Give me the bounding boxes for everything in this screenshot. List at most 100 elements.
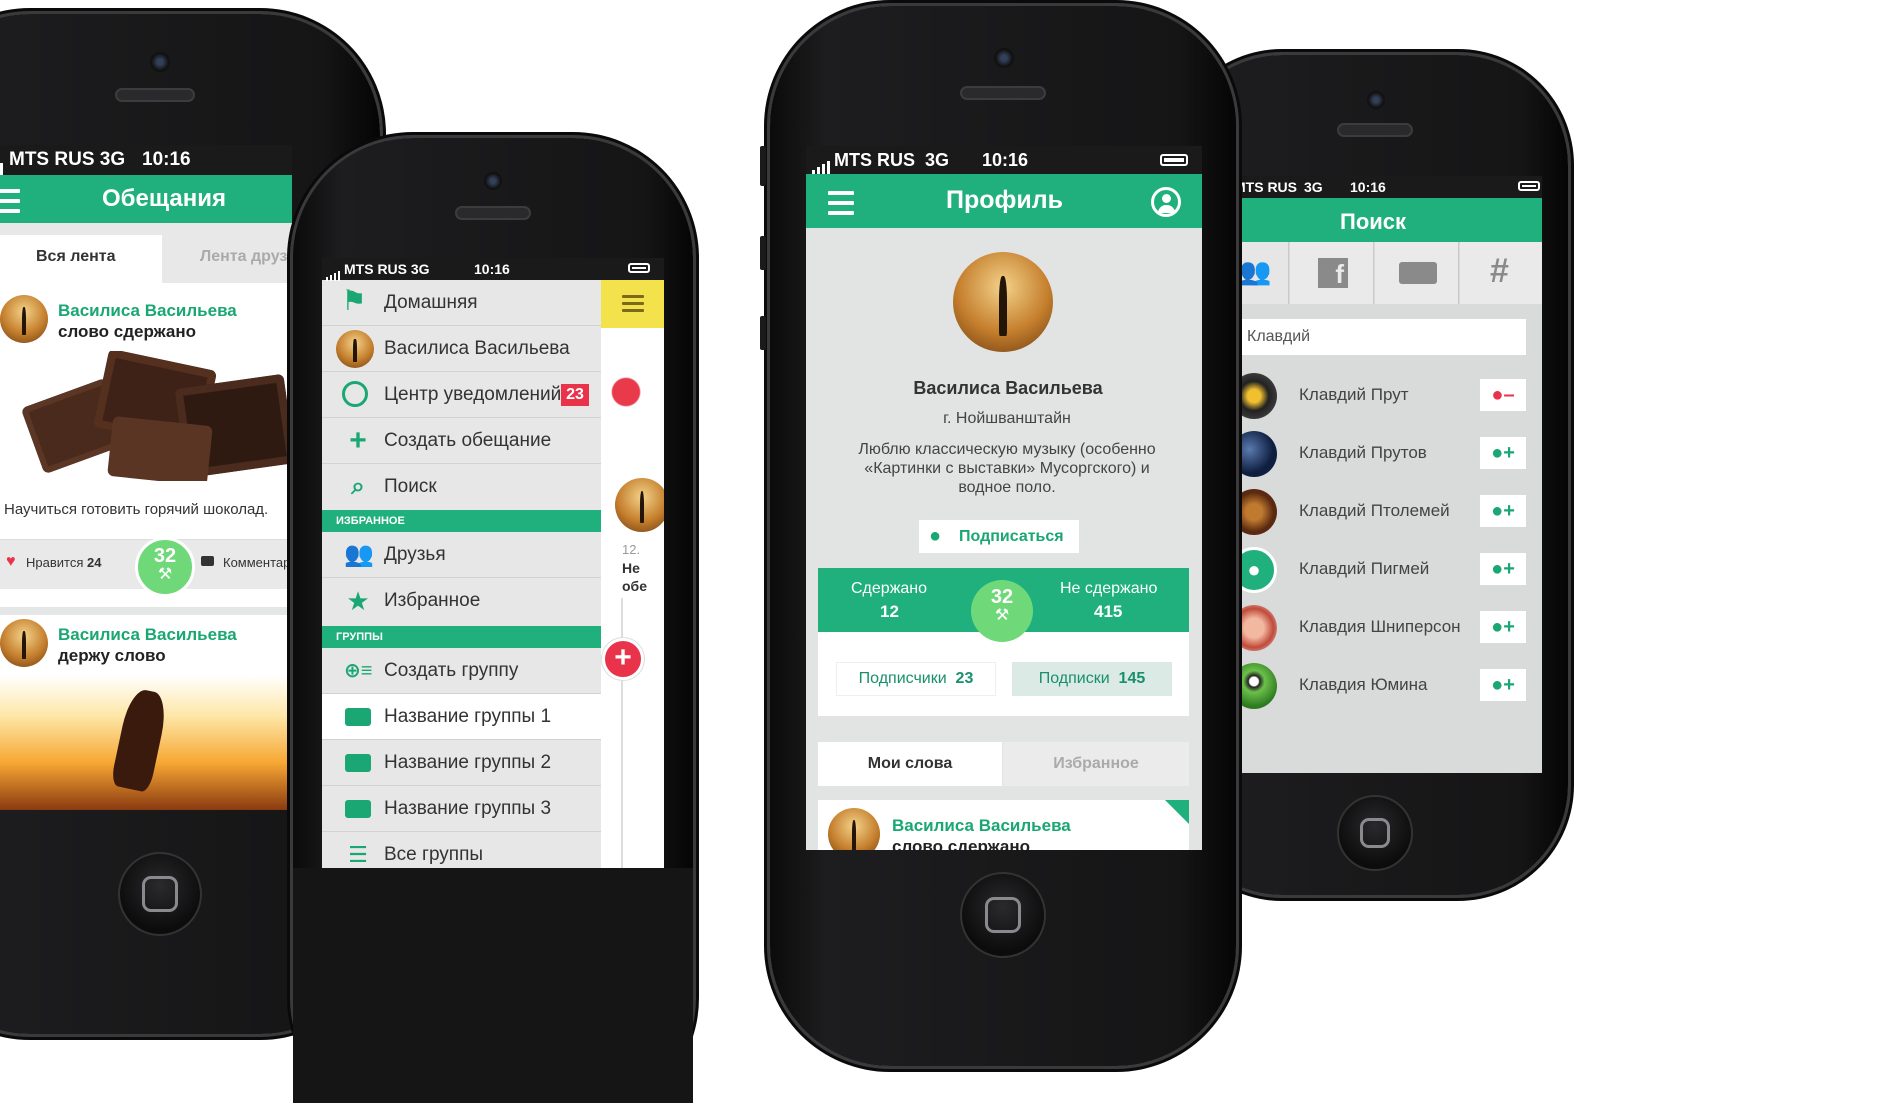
front-camera <box>1367 91 1385 109</box>
menu-icon[interactable] <box>828 191 854 215</box>
avatar[interactable] <box>0 619 48 667</box>
user-circle-icon[interactable] <box>1151 187 1181 217</box>
status-time: 10:16 <box>1350 179 1386 195</box>
broken-count: 415 <box>1094 602 1123 621</box>
avatar[interactable] <box>828 808 880 850</box>
tab-my-words[interactable]: Мои слова <box>818 742 1002 786</box>
page-title: Обещания <box>102 185 226 212</box>
avatar[interactable] <box>0 295 48 343</box>
menu-item-group-1[interactable]: Название группы 1 <box>322 694 601 740</box>
menu-toggle[interactable] <box>601 280 664 328</box>
unfollow-button[interactable]: ●– <box>1480 379 1526 411</box>
following-button[interactable]: Подписки 145 <box>1012 662 1172 696</box>
profile-screen: MTS RUS 3G 10:16 Профиль Василиса Василь… <box>806 146 1202 850</box>
post-author[interactable]: Василиса Васильева <box>58 301 237 321</box>
tab-hashtags[interactable]: # <box>1460 242 1542 304</box>
menu-item-group-2[interactable]: Название группы 2 <box>322 740 601 786</box>
menu-item-search[interactable]: ⌕ Поиск <box>322 464 601 510</box>
plus-icon: + <box>614 641 632 674</box>
subscribe-button[interactable]: ● Подписаться <box>919 520 1079 553</box>
promise-count-badge[interactable]: 32 ⚒ <box>971 580 1033 642</box>
chat-icon <box>344 796 372 822</box>
plus-icon: + <box>349 424 367 457</box>
user-plus-icon: ● <box>1491 616 1504 638</box>
side-button <box>760 236 766 270</box>
follow-button[interactable]: ●+ <box>1480 437 1526 469</box>
profile-app-bar: Профиль <box>806 174 1202 228</box>
earpiece-speaker <box>960 86 1046 100</box>
menu-screen: MTS RUS 3G 10:16 12. Не обе + ⚑ Домашняя… <box>322 258 664 868</box>
kept-corner-flag <box>1165 800 1189 824</box>
tab-facebook[interactable]: f <box>1290 242 1374 304</box>
like-label[interactable]: Нравится <box>26 555 83 570</box>
friends-icon: 👥 <box>344 541 374 568</box>
page-title: Поиск <box>1340 209 1407 234</box>
broken-label: Не сдержано <box>1060 580 1158 597</box>
menu-item-create-promise[interactable]: + Создать обещание <box>322 418 601 464</box>
chat-icon <box>1399 262 1437 284</box>
add-fab[interactable]: + <box>602 638 644 680</box>
status-time: 10:16 <box>474 261 510 277</box>
avatar <box>1237 373 1277 419</box>
follow-button[interactable]: ●+ <box>1480 553 1526 585</box>
search-input[interactable]: Клавдий <box>1237 319 1526 355</box>
peek-date: 12. <box>622 542 641 557</box>
promise-count-badge[interactable]: 32 ⚒ <box>135 537 195 597</box>
post-status: держу слово <box>58 646 166 665</box>
follow-button[interactable]: ●+ <box>1480 495 1526 527</box>
status-time: 10:16 <box>982 150 1029 170</box>
comment-icon[interactable] <box>201 556 214 566</box>
tab-friends[interactable]: 👥 <box>1237 242 1289 304</box>
friends-icon: 👥 <box>1239 256 1272 286</box>
kept-count: 12 <box>880 602 899 621</box>
front-camera <box>484 172 502 190</box>
list-icon: ☰ <box>348 842 368 867</box>
avatar <box>1237 489 1277 535</box>
home-button[interactable] <box>118 852 202 936</box>
profile-city: г. Нойшванштайн <box>943 410 1071 427</box>
post-image-runner <box>0 675 292 810</box>
menu-item-create-group[interactable]: ⊕≡ Создать группу <box>322 648 601 694</box>
heart-icon[interactable]: ♥ <box>6 553 16 571</box>
battery-icon <box>1518 181 1540 191</box>
page-title: Профиль <box>946 186 1064 214</box>
post-status: слово сдержано <box>58 322 196 341</box>
section-favorites: ИЗБРАННОЕ <box>322 510 601 532</box>
menu-item-home[interactable]: ⚑ Домашняя <box>322 280 601 326</box>
post-image-chocolate <box>0 351 292 481</box>
avatar <box>1237 431 1277 477</box>
menu-item-favorites[interactable]: ★ Избранное <box>322 578 601 624</box>
tab-chats[interactable] <box>1375 242 1459 304</box>
menu-icon[interactable] <box>0 189 20 219</box>
home-button[interactable] <box>1337 795 1413 871</box>
menu-item-group-3[interactable]: Название группы 3 <box>322 786 601 832</box>
menu-panel: ⚑ Домашняя Василиса Васильева Центр увед… <box>322 280 601 868</box>
post-author[interactable]: Василиса Васильева <box>58 625 237 645</box>
peek-line2: обе <box>622 578 647 594</box>
tab-all-feed[interactable]: Вся лента <box>0 235 162 283</box>
kept-label: Сдержано <box>851 580 928 597</box>
menu-item-notifications[interactable]: Центр уведомлений 23 <box>322 372 601 418</box>
peek-image <box>611 348 661 458</box>
follow-button[interactable]: ●+ <box>1480 669 1526 701</box>
follow-button[interactable]: ●+ <box>1480 611 1526 643</box>
section-groups: ГРУППЫ <box>322 626 601 648</box>
post-author[interactable]: Василиса Васильева <box>892 816 1071 836</box>
avatar <box>615 478 664 532</box>
menu-item-all-groups[interactable]: ☰ Все группы <box>322 832 601 868</box>
front-camera <box>150 52 170 72</box>
profile-name: Василиса Васильева <box>913 378 1103 398</box>
profile-avatar[interactable] <box>953 252 1053 352</box>
followers-button[interactable]: Подписчики 23 <box>836 662 996 696</box>
menu-item-friends[interactable]: 👥 Друзья <box>322 532 601 578</box>
tab-favorites[interactable]: Избранное <box>1003 742 1189 786</box>
peek-line1: Не <box>622 560 640 576</box>
status-bar: MTS RUS 3G 10:16 <box>806 146 1202 176</box>
tab-friends-feed[interactable]: Лента друзе <box>200 235 292 279</box>
menu-item-profile[interactable]: Василиса Васильева <box>322 326 601 372</box>
list-item[interactable]: Клавдия Юмина ●+ <box>1237 651 1542 721</box>
comment-label[interactable]: Комментар <box>223 555 290 570</box>
post-card: Василиса Васильева слово сдержано Научит… <box>0 289 292 597</box>
home-button[interactable] <box>960 872 1046 958</box>
user-plus-icon: ● <box>1491 558 1504 580</box>
